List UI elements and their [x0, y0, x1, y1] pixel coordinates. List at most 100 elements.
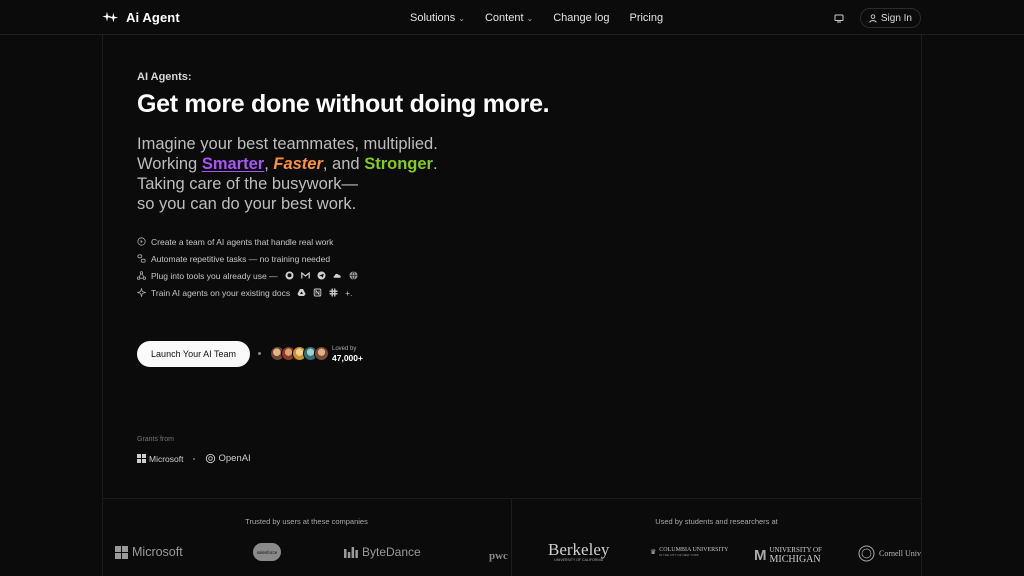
brand-name: Ai Agent	[126, 10, 180, 25]
openai-grant-logo: OpenAI	[205, 453, 251, 464]
microsoft-grant-name: Microsoft	[149, 453, 184, 464]
section-divider	[102, 498, 922, 499]
block-m-icon: M	[754, 546, 767, 564]
monitor-icon	[834, 14, 844, 22]
salesforce-name: salesforce	[256, 549, 278, 555]
berkeley-subtitle: UNIVERSITY OF CALIFORNIA	[554, 558, 604, 562]
nav-content-label: Content	[484, 12, 524, 24]
launch-ai-team-button[interactable]: Launch Your AI Team	[137, 341, 250, 367]
feature-text: Plug into tools you already use —	[151, 270, 278, 281]
berkeley-logo: Berkeley UNIVERSITY OF CALIFORNIA	[548, 541, 609, 562]
globe-icon	[349, 271, 358, 280]
social-proof: Loved by 47,000+	[332, 346, 363, 363]
highlight-smarter: Smarter	[201, 155, 265, 173]
cornell-logo: Cornell University	[858, 545, 921, 562]
microsoft-icon	[115, 545, 128, 559]
columbia-logo: ♛ COLUMBIA UNIVERSITY IN THE CITY OF NEW…	[650, 547, 728, 557]
network-icon	[137, 271, 146, 280]
loved-by-count: 47,000+	[332, 353, 363, 363]
grants-label: Grants from	[137, 436, 174, 443]
grants-logos: Microsoft OpenAI	[137, 453, 251, 464]
microsoft-grant-logo: Microsoft	[137, 454, 183, 464]
feature-text: Train AI agents on your existing docs	[151, 287, 291, 298]
microsoft-logo: Microsoft	[115, 545, 183, 559]
nav-solutions[interactable]: Solutions ⌄	[410, 12, 465, 24]
sparkles-logo-icon	[102, 11, 119, 22]
highlight-stronger: Stronger	[364, 155, 433, 173]
drive-icon	[297, 288, 306, 297]
nav-pricing-label: Pricing	[629, 12, 664, 24]
user-icon	[869, 13, 877, 23]
loved-by-label: Loved by	[332, 346, 357, 352]
feature-item: Plug into tools you already use —	[137, 270, 358, 281]
sign-in-label: Sign In	[880, 12, 912, 24]
highlight-faster: Faster	[273, 155, 323, 173]
avatar	[314, 346, 329, 361]
feature-suffix: +.	[345, 287, 353, 298]
top-nav: Ai Agent Solutions ⌄ Content ⌄ Change lo…	[0, 0, 1024, 35]
sub-working: Working	[137, 155, 202, 173]
bytedance-logo: ByteDance	[344, 545, 421, 559]
sub-line-2: Working Smarter, Faster, and Stronger.	[137, 154, 438, 174]
sub-line-1: Imagine your best teammates, multiplied.	[137, 135, 438, 153]
university-logos: Berkeley UNIVERSITY OF CALIFORNIA ♛ COLU…	[512, 538, 921, 574]
bytedance-icon	[344, 547, 358, 558]
openai-grant-name: OpenAI	[218, 453, 251, 464]
hero-subheading: Imagine your best teammates, multiplied.…	[137, 134, 438, 214]
sub-line-4: so you can do your best work.	[137, 195, 357, 213]
cornell-name: Cornell University	[879, 549, 921, 558]
nav-actions: Sign In	[830, 8, 921, 28]
sub-line-3: Taking care of the busywork—	[137, 175, 359, 193]
nav-content[interactable]: Content ⌄	[485, 12, 533, 24]
feature-item: Create a team of AI agents that handle r…	[137, 236, 358, 247]
sub-comma: ,	[264, 155, 274, 173]
notion-icon	[313, 288, 322, 297]
sub-period: .	[432, 155, 438, 173]
hero-eyebrow: AI Agents:	[137, 71, 192, 83]
theme-toggle-button[interactable]	[830, 9, 848, 27]
pwc-logo: pwc	[489, 550, 508, 562]
telegram-icon	[317, 271, 326, 280]
salesforce-logo: salesforce	[253, 543, 281, 561]
separator-dot	[193, 457, 196, 460]
github-icon	[285, 271, 294, 280]
frame-line-left	[102, 35, 103, 576]
separator-dot	[258, 352, 261, 355]
slack-icon	[329, 288, 338, 297]
sub-and: , and	[322, 155, 365, 173]
feature-list: Create a team of AI agents that handle r…	[137, 236, 358, 298]
feature-text: Create a team of AI agents that handle r…	[151, 236, 334, 247]
company-logos: Microsoft salesforce ByteDance pwc	[103, 538, 511, 574]
nav-changelog-label: Change log	[553, 12, 610, 24]
gmail-icon	[300, 271, 310, 280]
columbia-subtitle: IN THE CITY OF NEW YORK	[659, 553, 699, 557]
feature-item: Train AI agents on your existing docs +.	[137, 287, 358, 298]
cornell-seal-icon	[858, 545, 875, 562]
pwc-name: pwc	[489, 550, 508, 562]
hero-headline: Get more done without doing more.	[137, 90, 550, 118]
nav-pricing[interactable]: Pricing	[629, 12, 663, 24]
trusted-label: Trusted by users at these companies	[245, 517, 368, 526]
microsoft-name: Microsoft	[132, 545, 183, 559]
brand-logo[interactable]: Ai Agent	[102, 10, 180, 25]
circle-play-icon	[137, 237, 146, 246]
michigan-logo: M UNIVERSITY OF MICHIGAN	[754, 546, 822, 565]
bytedance-name: ByteDance	[362, 545, 421, 559]
chevron-down-icon: ⌄	[458, 13, 465, 23]
microsoft-icon	[137, 454, 146, 463]
chevron-down-icon: ⌄	[526, 13, 534, 23]
cloud-icon	[333, 271, 342, 280]
nav-solutions-label: Solutions	[410, 12, 456, 24]
nav-changelog[interactable]: Change log	[553, 12, 609, 24]
michigan-line-2: MICHIGAN	[769, 554, 821, 565]
salesforce-cloud-icon: salesforce	[253, 543, 281, 561]
used-label: Used by students and researchers at	[655, 517, 778, 526]
sign-in-button[interactable]: Sign In	[859, 8, 921, 28]
feature-item: Automate repetitive tasks — no training …	[137, 253, 358, 264]
frame-line-right	[921, 35, 922, 576]
feature-text: Automate repetitive tasks — no training …	[151, 253, 331, 264]
link-icon	[137, 254, 146, 263]
avatar-group	[270, 346, 329, 361]
sparkle-icon	[137, 288, 146, 297]
openai-icon	[206, 453, 216, 464]
